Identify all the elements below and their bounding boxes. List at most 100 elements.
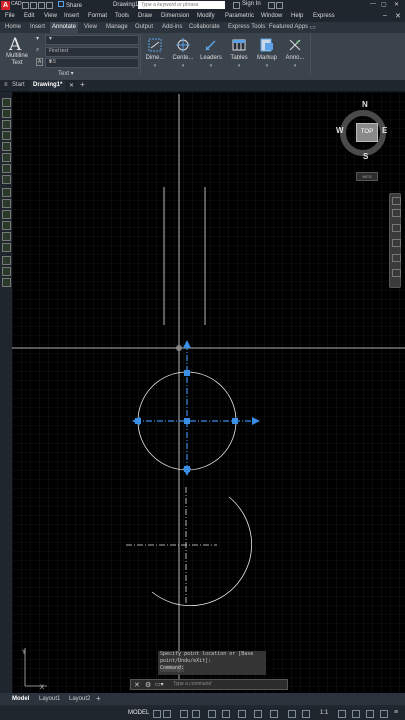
tool-icon[interactable] [2,175,11,184]
text-style-select[interactable]: ▾ [45,35,139,45]
grip-quadrant-right[interactable] [232,418,238,424]
tab-collaborate[interactable]: Collaborate [189,24,220,30]
menu-dimension[interactable]: Dimension [161,13,189,19]
tab-annotate[interactable]: Annotate [50,22,79,33]
tab-manage[interactable]: Manage [106,24,128,30]
command-input[interactable]: Type a command [173,681,211,687]
annotation-visibility-icon[interactable] [288,710,296,718]
tool-icon[interactable] [2,188,11,197]
menu-parametric[interactable]: Parametric [225,13,254,19]
centermark-button[interactable]: Cente... ▾ [170,35,196,71]
tool-icon[interactable] [2,221,11,230]
polar-icon[interactable] [192,710,200,718]
cart-icon[interactable] [268,2,275,9]
wcs-menu[interactable]: WCS [356,172,378,181]
grip-quadrant-top[interactable] [184,370,190,376]
tool-icon[interactable] [2,210,11,219]
sign-in-button[interactable]: Sign In [242,1,261,7]
menu-tools[interactable]: Tools [115,13,129,19]
tables-button[interactable]: Tables ▾ [226,35,252,71]
leaders-button[interactable]: Leaders ▾ [198,35,224,71]
markup-button[interactable]: Markup ▾ [254,35,280,71]
tab-home[interactable]: Home [5,24,21,30]
redo-icon[interactable] [46,2,53,9]
tool-icon[interactable] [2,278,11,287]
viewcube-south[interactable]: S [363,152,368,161]
pan-icon[interactable] [392,224,401,232]
ribbon-toggle-icon[interactable]: ▭ [310,24,316,31]
tool-icon[interactable] [2,131,11,140]
auto-scale-icon[interactable] [302,710,310,718]
tool-icon[interactable] [2,153,11,162]
viewcube-west[interactable]: W [336,126,344,135]
zoom-icon[interactable] [392,239,401,247]
tab-layout1[interactable]: Layout1 [39,696,60,702]
lineweight-icon[interactable] [254,710,262,718]
menu-window[interactable]: Window [261,13,282,19]
menu-insert[interactable]: Insert [64,13,79,19]
transparency-icon[interactable] [270,710,278,718]
clean-screen-icon[interactable] [380,710,388,718]
tab-layout2[interactable]: Layout2 [69,696,90,702]
multiline-text-label[interactable]: Multiline Text [5,53,29,67]
showmotion-icon[interactable] [392,269,401,277]
object-snap-icon[interactable] [238,710,246,718]
annotation-scaling-button[interactable]: + Anno... ▾ [282,35,308,71]
file-tab-close-icon[interactable]: ✕ [69,82,74,89]
minimize-icon[interactable]: — [370,1,376,7]
menu-edit[interactable]: Edit [24,13,34,19]
dimension-button[interactable]: Dime... ▾ [142,35,168,71]
drawing-canvas[interactable] [12,92,405,694]
menu-format[interactable]: Format [88,13,107,19]
undo-icon[interactable] [38,2,45,9]
text-panel-label[interactable]: Text ▾ [58,70,74,77]
ortho-icon[interactable] [180,710,188,718]
snap-icon[interactable] [163,710,171,718]
menu-draw[interactable]: Draw [138,13,152,19]
tool-icon[interactable] [2,256,11,265]
model-space-button[interactable]: MODEL [128,710,149,716]
menu-modify[interactable]: Modify [197,13,215,19]
app-logo[interactable]: A [1,1,10,10]
maximize-icon[interactable]: ▢ [381,1,387,8]
close-icon[interactable]: ✕ [394,1,399,8]
user-icon[interactable] [233,2,240,9]
tab-model[interactable]: Model [12,696,29,702]
menu-help[interactable]: Help [291,13,303,19]
close-icon[interactable]: ✕ [134,681,140,689]
app-menu-icon[interactable]: ≡ [4,82,8,88]
nav-close-icon[interactable] [392,197,401,205]
open-icon[interactable] [22,2,29,9]
text-style-icon[interactable]: ▾ [36,35,39,42]
viewcube-east[interactable]: E [382,126,387,135]
wrench-icon[interactable]: ⚙ [145,681,151,689]
annotation-scale[interactable]: 1:1 [320,710,328,716]
new-tab-button[interactable]: + [80,80,85,89]
add-layout-button[interactable]: + [96,694,101,703]
tool-icon[interactable] [2,142,11,151]
help-icon[interactable] [276,2,283,9]
tool-icon[interactable] [2,243,11,252]
grip-quadrant-left[interactable] [135,418,141,424]
isolate-objects-icon[interactable] [366,710,374,718]
save-icon[interactable] [30,2,37,9]
orbit-icon[interactable] [392,254,401,262]
viewcube-north[interactable]: N [362,100,368,109]
menu-close-icon[interactable]: ✕ [395,12,401,20]
tool-icon[interactable] [2,109,11,118]
tool-icon[interactable] [2,199,11,208]
file-tab-start[interactable]: Start [12,82,25,88]
command-line[interactable]: ✕ ⚙ ▭▾ Type a command [130,679,288,690]
grid-icon[interactable] [153,710,161,718]
isodraft-icon[interactable] [208,710,216,718]
menu-minimize-icon[interactable]: – [383,12,387,19]
customization-menu-icon[interactable]: ≡ [394,709,398,716]
find-text-input[interactable]: Find text [45,47,139,57]
command-prompt-icon[interactable]: ▭▾ [155,681,164,688]
text-height-select[interactable]: 2.5 ▾ [45,58,139,68]
grip-quadrant-bottom[interactable] [184,466,190,472]
tab-output[interactable]: Output [135,24,153,30]
tab-insert[interactable]: Insert [30,24,45,30]
tab-add-ins[interactable]: Add-ins [162,24,182,30]
grip-center[interactable] [184,418,190,424]
